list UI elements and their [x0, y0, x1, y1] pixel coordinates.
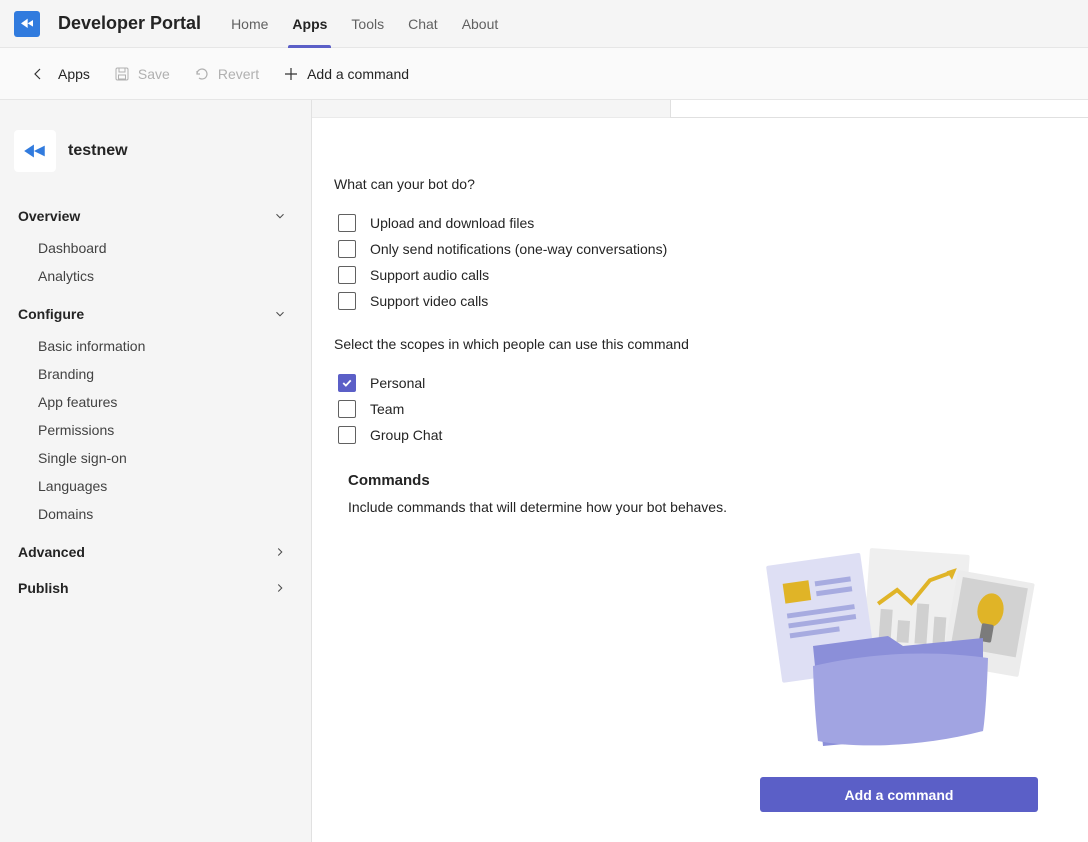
checkbox-icon[interactable] [338, 426, 356, 444]
bot-option-notifications[interactable]: Only send notifications (one-way convers… [338, 236, 1038, 262]
command-bar: Apps Save Revert Add a command [0, 48, 1088, 100]
checkbox-label: Only send notifications (one-way convers… [370, 241, 667, 257]
bot-option-audio[interactable]: Support audio calls [338, 262, 1038, 288]
checkbox-label: Upload and download files [370, 215, 534, 231]
back-to-apps[interactable]: Apps [30, 66, 90, 82]
portal-logo [14, 11, 40, 37]
checkbox-label: Team [370, 401, 404, 417]
commands-heading: Commands [348, 472, 1038, 489]
commands-description: Include commands that will determine how… [348, 499, 1038, 515]
revert-button: Revert [194, 66, 259, 82]
sidebar-section-configure: Configure Basic information Branding App… [14, 296, 311, 534]
app-identity: testnew [14, 120, 311, 198]
plus-icon [283, 66, 299, 82]
nav-tools[interactable]: Tools [341, 0, 394, 48]
chevron-down-icon [273, 307, 287, 321]
nav-about[interactable]: About [452, 0, 509, 48]
sidebar-header-configure[interactable]: Configure [14, 296, 311, 332]
chevron-left-icon [30, 66, 46, 82]
main-content: What can your bot do? Upload and downloa… [312, 100, 1088, 842]
sidebar-section-advanced: Advanced [14, 534, 311, 570]
sidebar-header-overview[interactable]: Overview [14, 198, 311, 234]
nav-apps[interactable]: Apps [282, 0, 337, 48]
checkbox-icon[interactable] [338, 266, 356, 284]
sidebar-header-label: Publish [18, 580, 69, 596]
chevron-right-icon [273, 581, 287, 595]
app-logo-icon [14, 130, 56, 172]
checkbox-label: Group Chat [370, 427, 442, 443]
checkbox-icon[interactable] [338, 292, 356, 310]
nav-chat[interactable]: Chat [398, 0, 448, 48]
bot-option-video[interactable]: Support video calls [338, 288, 1038, 314]
checkbox-icon[interactable] [338, 240, 356, 258]
sidebar-item-basic-info[interactable]: Basic information [38, 332, 311, 360]
checkbox-label: Support audio calls [370, 267, 489, 283]
add-command-button[interactable]: Add a command [760, 777, 1038, 812]
sidebar-header-label: Overview [18, 208, 80, 224]
chevron-down-icon [273, 209, 287, 223]
checkbox-label: Personal [370, 375, 425, 391]
commands-section: Commands Include commands that will dete… [334, 472, 1038, 515]
sidebar-item-app-features[interactable]: App features [38, 388, 311, 416]
checkbox-icon[interactable] [338, 214, 356, 232]
sidebar-header-label: Configure [18, 306, 84, 322]
body-wrap: testnew Overview Dashboard Analytics Con… [0, 100, 1088, 842]
scope-option-team[interactable]: Team [338, 396, 1038, 422]
add-command-label: Add a command [307, 66, 409, 82]
sidebar-item-dashboard[interactable]: Dashboard [38, 234, 311, 262]
empty-state-illustration [758, 546, 1038, 756]
revert-label: Revert [218, 66, 259, 82]
checkbox-label: Support video calls [370, 293, 488, 309]
sidebar-header-publish[interactable]: Publish [14, 570, 311, 606]
sidebar-section-overview: Overview Dashboard Analytics [14, 198, 311, 296]
top-header: Developer Portal Home Apps Tools Chat Ab… [0, 0, 1088, 48]
checkbox-icon[interactable] [338, 400, 356, 418]
add-command-toolbar[interactable]: Add a command [283, 66, 409, 82]
revert-icon [194, 66, 210, 82]
sidebar-section-publish: Publish [14, 570, 311, 606]
save-label: Save [138, 66, 170, 82]
sidebar-header-advanced[interactable]: Advanced [14, 534, 311, 570]
app-name: testnew [68, 142, 128, 160]
sidebar-item-languages[interactable]: Languages [38, 472, 311, 500]
sidebar-item-sso[interactable]: Single sign-on [38, 444, 311, 472]
scope-option-group-chat[interactable]: Group Chat [338, 422, 1038, 448]
scope-question: Select the scopes in which people can us… [334, 336, 1038, 352]
back-label: Apps [58, 66, 90, 82]
save-button: Save [114, 66, 170, 82]
sidebar: testnew Overview Dashboard Analytics Con… [0, 100, 312, 842]
top-nav: Home Apps Tools Chat About [221, 0, 508, 48]
sidebar-header-label: Advanced [18, 544, 85, 560]
bot-capabilities-question: What can your bot do? [334, 176, 1038, 192]
sidebar-item-domains[interactable]: Domains [38, 500, 311, 528]
checkbox-icon[interactable] [338, 374, 356, 392]
scope-option-personal[interactable]: Personal [338, 370, 1038, 396]
portal-title: Developer Portal [58, 13, 201, 34]
chevron-right-icon [273, 545, 287, 559]
sidebar-item-permissions[interactable]: Permissions [38, 416, 311, 444]
sidebar-item-branding[interactable]: Branding [38, 360, 311, 388]
save-icon [114, 66, 130, 82]
nav-home[interactable]: Home [221, 0, 278, 48]
id-field-partial[interactable] [670, 100, 1088, 118]
bot-option-upload[interactable]: Upload and download files [338, 210, 1038, 236]
sidebar-item-analytics[interactable]: Analytics [38, 262, 311, 290]
